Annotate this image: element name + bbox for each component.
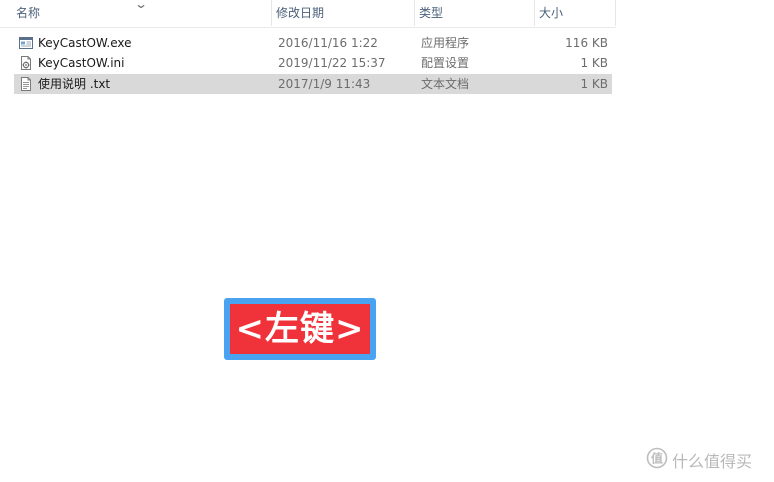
file-name: KeyCastOW.ini (38, 56, 125, 70)
column-header-size[interactable]: 大小 (535, 0, 616, 26)
watermark: 值 什么值得买 (646, 447, 753, 473)
column-header-bar: 名称 ⌄ 修改日期 类型 大小 (0, 0, 616, 28)
column-header-size-label: 大小 (539, 6, 564, 20)
file-explorer-view: 名称 ⌄ 修改日期 类型 大小 KeyCastOW.exe 2016/11/16… (0, 0, 774, 482)
file-date: 2019/11/22 15:37 (278, 56, 386, 70)
file-name: KeyCastOW.exe (38, 36, 132, 50)
watermark-text: 什么值得买 (672, 452, 753, 471)
file-size: 116 KB (565, 36, 608, 50)
file-type: 配置设置 (421, 56, 470, 70)
smzdm-logo-icon: 值 (646, 447, 668, 473)
file-row-keycastow-ini[interactable]: KeyCastOW.ini 2019/11/22 15:37 配置设置 1 KB (14, 53, 612, 73)
file-name: 使用说明 .txt (38, 77, 111, 91)
file-size: 1 KB (580, 56, 608, 70)
file-row-readme-txt[interactable]: 使用说明 .txt 2017/1/9 11:43 文本文档 1 KB (14, 74, 612, 94)
svg-text:值: 值 (651, 451, 663, 466)
file-size: 1 KB (580, 77, 608, 91)
file-row-keycastow-exe[interactable]: KeyCastOW.exe 2016/11/16 1:22 应用程序 116 K… (14, 33, 612, 53)
ini-settings-file-icon (18, 55, 34, 71)
column-header-name[interactable]: 名称 ⌄ (0, 0, 272, 26)
file-type: 文本文档 (421, 77, 470, 91)
file-type: 应用程序 (421, 36, 470, 50)
text-document-icon (18, 76, 34, 92)
column-header-type-label: 类型 (419, 6, 444, 20)
sort-chevron-icon: ⌄ (133, 0, 149, 11)
exe-app-icon (18, 35, 34, 51)
column-header-date-label: 修改日期 (276, 6, 325, 20)
file-date: 2016/11/16 1:22 (278, 36, 378, 50)
keycast-key-label: <左键> (230, 304, 370, 354)
column-header-date[interactable]: 修改日期 (272, 0, 415, 26)
keycast-overlay-badge: <左键> (224, 298, 376, 360)
file-date: 2017/1/9 11:43 (278, 77, 371, 91)
column-header-type[interactable]: 类型 (415, 0, 535, 26)
column-header-name-label: 名称 (16, 6, 41, 20)
